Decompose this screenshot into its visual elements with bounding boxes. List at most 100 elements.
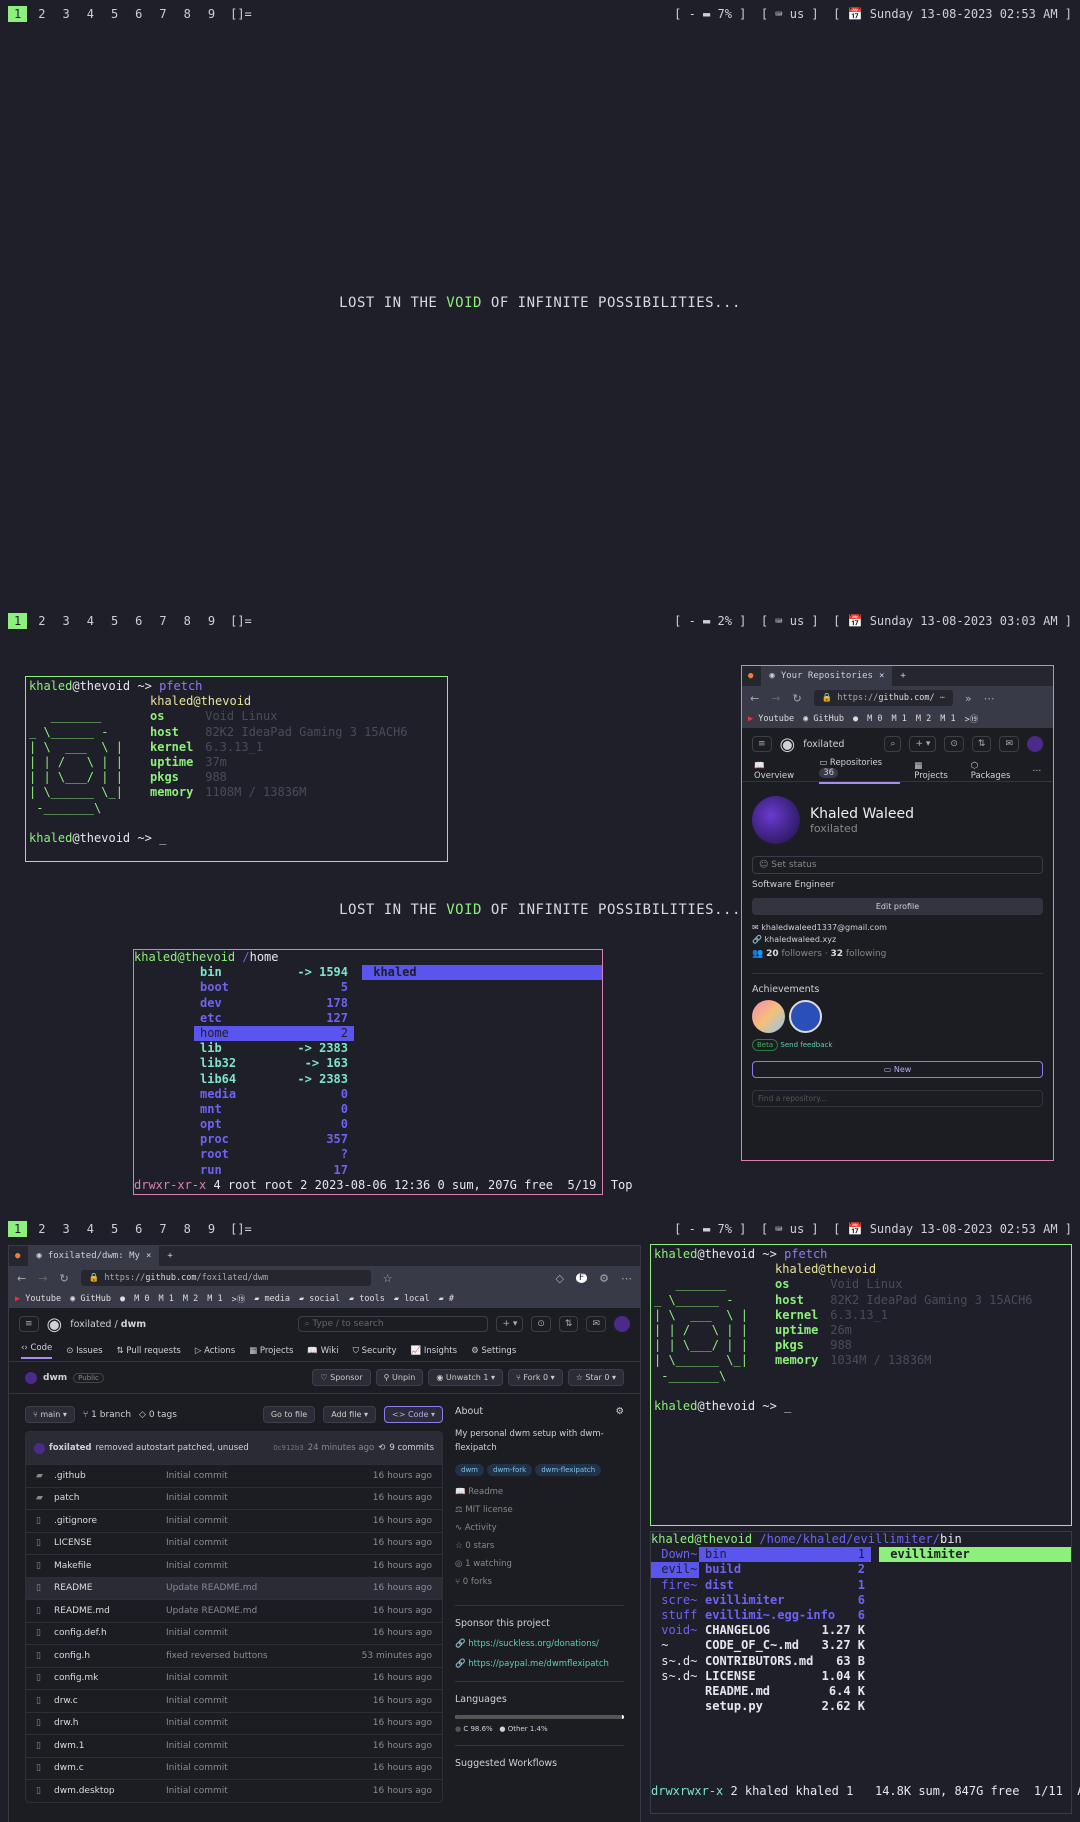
file-name[interactable]: drw.h xyxy=(54,1718,166,1728)
branches-link[interactable]: ⑂ 1 branch xyxy=(83,1410,131,1420)
file-name[interactable]: dwm.desktop xyxy=(54,1786,166,1796)
commit-count[interactable]: 9 commits xyxy=(389,1443,434,1453)
tab-projects[interactable]: ▦ Projects xyxy=(914,761,956,781)
profile-f-icon[interactable]: F xyxy=(575,1273,588,1283)
hamburger-icon[interactable]: ≡ xyxy=(752,736,772,752)
tag-4[interactable]: 4 xyxy=(81,6,100,22)
layout-indicator[interactable]: []= xyxy=(230,1222,252,1236)
tag-7[interactable]: 7 xyxy=(153,6,172,22)
new-tab-button[interactable]: + xyxy=(167,1251,172,1261)
follow-stats[interactable]: 👥 20 followers · 32 following xyxy=(752,949,1043,959)
bookmark-[interactable]: ● xyxy=(120,1294,125,1304)
file-row[interactable]: ▯ LICENSE Initial commit 16 hours ago xyxy=(26,1531,442,1555)
file-row[interactable]: ▯ dwm.desktop Initial commit 16 hours ago xyxy=(26,1779,442,1802)
file-name[interactable]: .gitignore xyxy=(54,1516,166,1526)
pull-requests-icon[interactable]: ⇅ xyxy=(558,1316,579,1332)
profile-site[interactable]: 🔗 khaledwaleed.xyz xyxy=(752,935,1043,944)
lf-entry[interactable]: mnt 0 xyxy=(194,1102,354,1117)
url-bar[interactable]: 🔒 https://github.com/ ⋯ xyxy=(813,690,953,706)
sponsor-link[interactable]: 🔗 https://paypal.me/dwmflexipatch xyxy=(455,1659,624,1669)
layout-indicator[interactable]: []= xyxy=(230,614,252,628)
file-commit-message[interactable]: Initial commit xyxy=(166,1786,373,1796)
bookmark-m0[interactable]: M 0 xyxy=(134,1294,149,1304)
lf-parent-entry[interactable]: fire~ xyxy=(651,1578,699,1593)
hamburger-icon[interactable]: ≡ xyxy=(19,1316,39,1332)
tab-overview[interactable]: 📖 Overview xyxy=(754,761,805,781)
tag-4[interactable]: 4 xyxy=(81,1221,100,1237)
lf-entry[interactable]: bin 1 xyxy=(699,1547,871,1563)
lf-parent-entry[interactable]: stuff xyxy=(651,1608,699,1623)
unpin-button[interactable]: ⚲ Unpin xyxy=(375,1369,424,1386)
lf-entry[interactable]: LICENSE 1.04 K xyxy=(699,1669,871,1684)
pocket-icon[interactable]: ◇ xyxy=(555,1272,563,1285)
lf-entry[interactable]: bin -> 1594 xyxy=(194,965,354,980)
bookmark-local[interactable]: ▰ local xyxy=(394,1294,430,1304)
add-file-button[interactable]: Add file ▾ xyxy=(323,1406,376,1423)
file-name[interactable]: drw.c xyxy=(54,1696,166,1706)
file-commit-message[interactable]: Initial commit xyxy=(166,1741,373,1751)
lf-entry[interactable]: run 17 xyxy=(194,1163,354,1178)
tag-8[interactable]: 8 xyxy=(178,6,197,22)
lf-entry[interactable]: home 2 xyxy=(194,1025,354,1042)
star-button[interactable]: ☆ Star 0 ▾ xyxy=(567,1369,624,1386)
file-row[interactable]: ▯ config.mk Initial commit 16 hours ago xyxy=(26,1666,442,1690)
extensions-icon[interactable]: » xyxy=(965,692,972,705)
lf-entry[interactable]: root? xyxy=(194,1147,354,1162)
inbox-icon[interactable]: ✉ xyxy=(586,1316,606,1332)
tag-4[interactable]: 4 xyxy=(81,613,100,629)
file-commit-message[interactable]: Initial commit xyxy=(166,1538,373,1548)
about-mitlicense[interactable]: ⚖ MIT license xyxy=(455,1505,624,1523)
bookmark-youtube[interactable]: ▶ Youtube xyxy=(748,714,794,724)
lf-entry[interactable]: evillimiter 6 xyxy=(699,1593,871,1608)
file-commit-message[interactable]: Initial commit xyxy=(166,1561,373,1571)
file-name[interactable]: config.h xyxy=(54,1651,166,1661)
bookmark-m1[interactable]: M 1 xyxy=(940,714,955,724)
commit-sha[interactable]: 0c912b3 xyxy=(273,1444,304,1452)
about-readme[interactable]: 📖 Readme xyxy=(455,1487,624,1505)
send-feedback-link[interactable]: Send feedback xyxy=(780,1041,832,1049)
tag-6[interactable]: 6 xyxy=(129,1221,148,1237)
file-row[interactable]: ▰ patch Initial commit 16 hours ago xyxy=(26,1486,442,1510)
bookmark-m1[interactable]: M 1 xyxy=(207,1294,222,1304)
file-name[interactable]: patch xyxy=(54,1493,166,1503)
tag-7[interactable]: 7 xyxy=(153,613,172,629)
tag-1[interactable]: 1 xyxy=(8,6,28,22)
file-commit-message[interactable]: Initial commit xyxy=(166,1763,373,1773)
file-commit-message[interactable]: Initial commit xyxy=(166,1696,373,1706)
lf-parent-entry[interactable]: void~ xyxy=(651,1623,699,1638)
bookmark-media[interactable]: ▰ media xyxy=(254,1294,290,1304)
achievement-shark-badge[interactable] xyxy=(789,1000,822,1033)
new-tab-button[interactable]: + xyxy=(900,671,905,681)
tab-projects[interactable]: ▦ Projects xyxy=(249,1346,293,1356)
about-activity[interactable]: ∿ Activity xyxy=(455,1523,624,1541)
reload-icon[interactable]: ↻ xyxy=(59,1272,68,1285)
tag-9[interactable]: 9 xyxy=(202,6,221,22)
tag-5[interactable]: 5 xyxy=(105,1221,124,1237)
bookmark-github[interactable]: ◉ GitHub xyxy=(70,1294,111,1304)
file-name[interactable]: .github xyxy=(54,1471,166,1481)
lf-entry[interactable]: boot 5 xyxy=(194,980,354,995)
file-row[interactable]: ▯ dwm.1 Initial commit 16 hours ago xyxy=(26,1734,442,1757)
file-row[interactable]: ▯ drw.c Initial commit 16 hours ago xyxy=(26,1689,442,1712)
bookmark-github[interactable]: ◉ GitHub xyxy=(803,714,844,724)
terminal-pfetch[interactable]: khaled@thevoid ~> pfetch _______ _ \_____… xyxy=(650,1244,1072,1526)
browser-tab[interactable]: ◉ Your Repositories × xyxy=(761,666,893,686)
file-name[interactable]: config.mk xyxy=(54,1673,166,1683)
lf-entry[interactable]: dist 1 xyxy=(699,1578,871,1593)
lf-entry[interactable]: lib32 -> 163 xyxy=(194,1056,354,1071)
lf-entry[interactable]: setup.py 2.62 K xyxy=(699,1699,871,1714)
file-name[interactable]: dwm.1 xyxy=(54,1741,166,1751)
lf-parent-entry[interactable]: s~.d~ xyxy=(651,1654,699,1669)
github-username[interactable]: foxilated xyxy=(803,739,844,750)
repo-owner-link[interactable]: foxilated xyxy=(70,1319,111,1330)
lf-entry[interactable]: lib64 -> 2383 xyxy=(194,1072,354,1087)
bookmark-m2[interactable]: M 2 xyxy=(916,714,931,724)
tag-2[interactable]: 2 xyxy=(32,6,51,22)
back-icon[interactable]: ← xyxy=(750,692,759,705)
lf-parent-entry[interactable]: scre~ xyxy=(651,1593,699,1608)
branch-selector[interactable]: ⑂ main ▾ xyxy=(25,1406,75,1423)
bookmark-[interactable]: >⑲ xyxy=(232,1293,246,1305)
search-input[interactable]: ⌕ Type / to search xyxy=(298,1316,489,1332)
pull-requests-icon[interactable]: ⇅ xyxy=(971,736,992,752)
tag-6[interactable]: 6 xyxy=(129,6,148,22)
